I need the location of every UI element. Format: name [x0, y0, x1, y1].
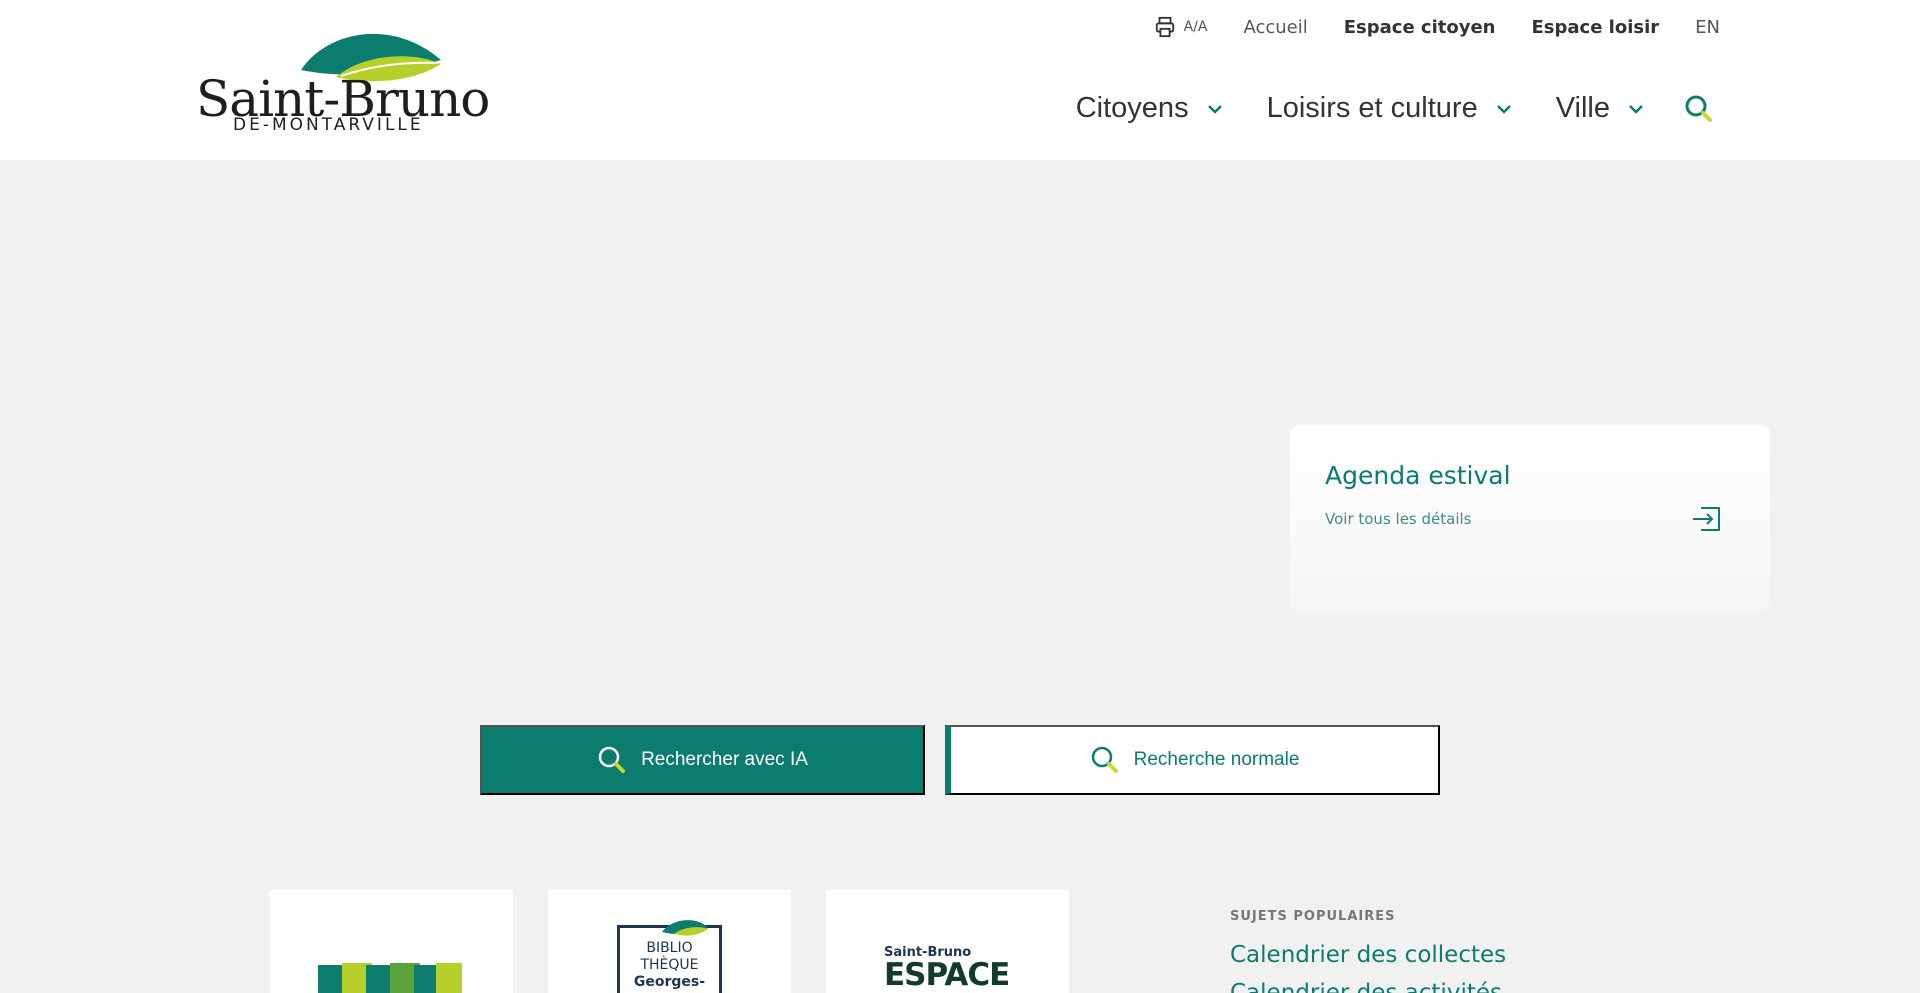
espace-citoyen-big-text: ESPACE: [884, 957, 1010, 993]
search-icon: [598, 746, 626, 773]
site-logo[interactable]: Saint-Bruno DE-MONTARVILLE: [196, 22, 490, 140]
link-accueil[interactable]: Accueil: [1243, 17, 1307, 38]
language-switch[interactable]: EN: [1695, 17, 1720, 38]
utility-nav: A/A Accueil Espace citoyen Espace loisir…: [1154, 14, 1720, 40]
search-ia-button[interactable]: Rechercher avec IA: [480, 725, 925, 795]
popular-link-activites[interactable]: Calendrier des activités: [1230, 980, 1502, 993]
chevron-down-icon: [1496, 104, 1511, 114]
logo-subtitle: DE-MONTARVILLE: [233, 115, 424, 135]
biblio-line-1: BIBLIO: [646, 940, 693, 956]
espace-loisir-logo: [318, 963, 462, 993]
nav-citoyens-label: Citoyens: [1075, 92, 1189, 124]
link-espace-citoyen[interactable]: Espace citoyen: [1344, 17, 1496, 38]
arrow-into-box-icon[interactable]: [1691, 506, 1721, 532]
nav-citoyens[interactable]: Citoyens: [1076, 92, 1223, 125]
print-tools: A/A: [1154, 16, 1208, 38]
search-icon[interactable]: [1684, 94, 1714, 124]
main-nav: Citoyens Loisirs et culture Ville: [1076, 92, 1714, 125]
popular-subjects-title: SUJETS POPULAIRES: [1230, 909, 1396, 924]
tile-bibliotheque[interactable]: BIBLIO THÈQUE Georges-: [548, 890, 791, 993]
espace-citoyen-logo: Saint-Bruno ESPACE: [884, 945, 1024, 993]
biblio-line-3: Georges-: [633, 974, 706, 990]
nav-loisirs-culture[interactable]: Loisirs et culture: [1267, 92, 1512, 125]
chevron-down-icon: [1207, 104, 1222, 114]
font-size-toggle[interactable]: A/A: [1184, 19, 1208, 35]
agenda-card[interactable]: Agenda estival Voir tous les détails: [1290, 425, 1770, 611]
biblio-line-2: THÈQUE: [640, 957, 699, 973]
nav-ville-label: Ville: [1555, 92, 1610, 124]
search-ia-label: Rechercher avec IA: [641, 749, 808, 770]
bibliotheque-text: BIBLIO THÈQUE Georges-: [620, 940, 719, 991]
agenda-title: Agenda estival: [1325, 461, 1511, 490]
site-header: Saint-Bruno DE-MONTARVILLE A/A Accueil E…: [0, 0, 1920, 160]
link-espace-loisir[interactable]: Espace loisir: [1532, 17, 1660, 38]
nav-loisirs-label: Loisirs et culture: [1266, 92, 1478, 124]
nav-ville[interactable]: Ville: [1556, 92, 1644, 125]
bibliotheque-logo: BIBLIO THÈQUE Georges-: [617, 920, 722, 993]
search-icon: [1091, 746, 1118, 773]
search-normal-button[interactable]: Recherche normale: [945, 725, 1440, 795]
popular-link-collectes[interactable]: Calendrier des collectes: [1230, 942, 1506, 968]
agenda-details-link[interactable]: Voir tous les détails: [1325, 510, 1471, 528]
chevron-down-icon: [1629, 104, 1643, 114]
tile-espace-loisir[interactable]: [270, 890, 513, 993]
leaf-icon: [662, 920, 708, 936]
search-normal-label: Recherche normale: [1133, 749, 1300, 770]
tile-espace-citoyen[interactable]: Saint-Bruno ESPACE: [826, 890, 1069, 993]
printer-icon[interactable]: [1154, 16, 1176, 38]
